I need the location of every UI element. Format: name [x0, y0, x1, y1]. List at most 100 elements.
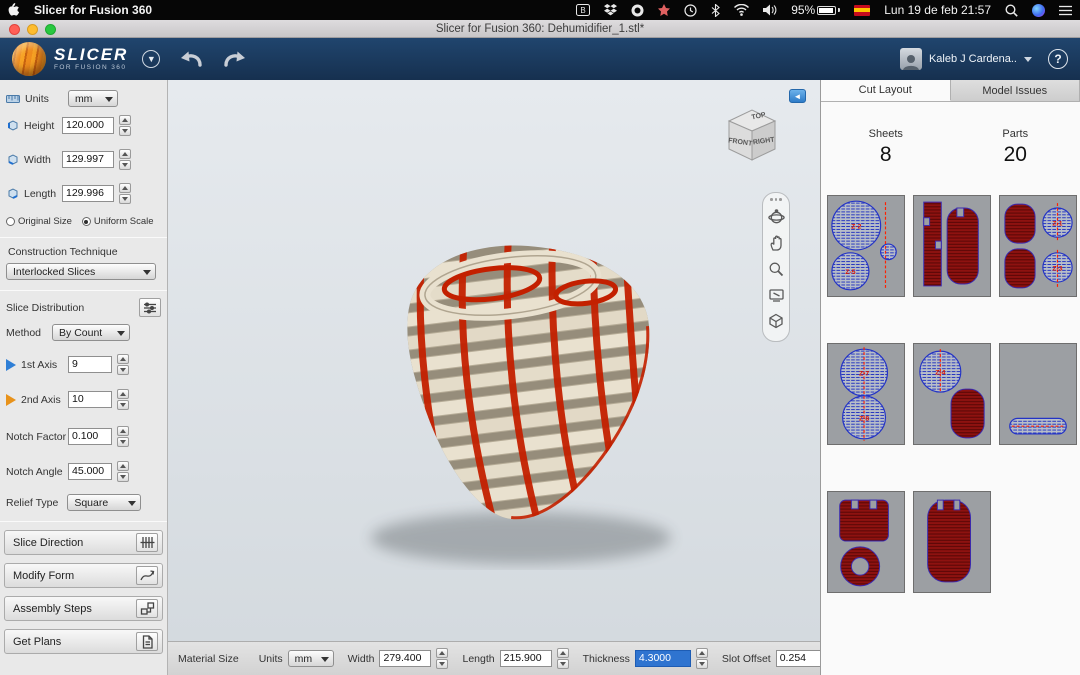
collapse-panel-button[interactable]: ◄	[789, 89, 806, 103]
time-machine-icon[interactable]	[684, 3, 697, 17]
length-input[interactable]: 129.996	[62, 185, 114, 202]
slice-direction-label: Slice Direction	[13, 536, 84, 549]
width-input[interactable]: 129.997	[62, 151, 114, 168]
fit-view-icon[interactable]	[766, 285, 786, 305]
redo-button[interactable]	[222, 50, 248, 68]
axis1-row: 1st Axis 9	[0, 354, 167, 375]
display-settings-icon[interactable]	[766, 311, 786, 331]
units-dropdown[interactable]: mm	[67, 90, 118, 107]
slice-distribution-row: Slice Distribution	[0, 298, 167, 317]
axis2-stepper[interactable]	[117, 389, 129, 410]
orbit-tool-icon[interactable]	[766, 207, 786, 227]
app-status-icon[interactable]: B	[576, 3, 591, 17]
material-length-input[interactable]: 215.900	[499, 650, 552, 667]
original-size-radio[interactable]: Original Size	[6, 216, 72, 227]
minimize-window-button[interactable]	[27, 24, 38, 35]
zoom-window-button[interactable]	[45, 24, 56, 35]
notch-factor-stepper[interactable]	[117, 426, 129, 447]
slice-direction-icon	[136, 533, 158, 552]
material-thickness-label: Thickness	[582, 652, 630, 665]
axis2-input[interactable]: 10	[68, 391, 112, 408]
slot-offset-input[interactable]: 0.254	[775, 650, 820, 667]
sheet-thumbnail-1[interactable]: Z-2 Z-5	[827, 195, 905, 297]
menubar-clock[interactable]: Lun 19 de feb 21:57	[884, 3, 991, 17]
notch-factor-input[interactable]: 0.100	[68, 428, 112, 445]
zoom-tool-icon[interactable]	[766, 259, 786, 279]
spotlight-search-icon[interactable]	[1005, 3, 1018, 17]
construction-technique-title: Construction Technique	[8, 246, 118, 258]
notch-angle-stepper[interactable]	[117, 461, 129, 482]
viewport-3d[interactable]: TOP FRONT RIGHT ◄ Material Size Units mm…	[168, 80, 820, 675]
sheet-stats: Sheets 8 Parts 20	[821, 128, 1080, 167]
method-dropdown[interactable]: By Count	[52, 324, 131, 341]
height-input[interactable]: 120.000	[62, 117, 114, 134]
length-row: Length 129.996	[0, 183, 167, 204]
macos-menu-bar: Slicer for Fusion 360 B 95% Lun 19 de fe…	[0, 0, 1080, 20]
axis1-input[interactable]: 9	[68, 356, 112, 373]
cloud-app-icon[interactable]	[631, 3, 644, 17]
sheet-grid: Z-2 Z-5 Z-1 Z-3 Z-7 Z-8 Z-4	[821, 167, 1080, 593]
user-avatar	[899, 48, 922, 70]
material-length-stepper[interactable]	[556, 648, 569, 669]
assembly-steps-button[interactable]: Assembly Steps	[4, 596, 163, 621]
toolbar-handle[interactable]	[770, 198, 782, 201]
notch-angle-input[interactable]: 45.000	[68, 463, 112, 480]
material-units-value: mm	[294, 652, 313, 665]
relief-type-value: Square	[74, 496, 109, 509]
distribution-settings-button[interactable]	[139, 298, 161, 317]
relief-type-dropdown[interactable]: Square	[67, 494, 142, 511]
modify-form-button[interactable]: Modify Form	[4, 563, 163, 588]
slice-direction-button[interactable]: Slice Direction	[4, 530, 163, 555]
material-thickness-input[interactable]: 4.3000	[634, 650, 691, 667]
get-plans-button[interactable]: Get Plans	[4, 629, 163, 654]
material-units-dropdown[interactable]: mm	[287, 650, 334, 667]
apple-menu-icon[interactable]	[8, 3, 20, 17]
keyboard-layout-flag-icon[interactable]	[854, 4, 871, 16]
app-menu-chevron[interactable]: ▼	[142, 50, 161, 68]
tab-model-issues[interactable]: Model Issues	[950, 80, 1080, 101]
length-stepper[interactable]	[119, 183, 131, 204]
bluetooth-icon[interactable]	[711, 3, 721, 17]
undo-button[interactable]	[178, 50, 204, 68]
view-cube[interactable]: TOP FRONT RIGHT	[716, 98, 788, 170]
sliced-model-3d	[371, 245, 671, 564]
user-menu[interactable]: Kaleb J Cardena..	[899, 48, 1032, 70]
material-width-stepper[interactable]	[436, 648, 449, 669]
axis1-stepper[interactable]	[117, 354, 129, 375]
sheet-thumbnail-6[interactable]	[999, 343, 1077, 445]
scale-options-row: Original Size Uniform Scale	[0, 216, 167, 227]
notification-app-icon[interactable]	[658, 3, 671, 17]
relief-type-row: Relief Type Square	[0, 494, 167, 511]
material-units-label: Units	[258, 652, 283, 665]
pan-tool-icon[interactable]	[766, 233, 786, 253]
width-stepper[interactable]	[119, 149, 131, 170]
battery-tip	[838, 8, 841, 12]
sheet-thumbnail-4[interactable]: Z-7 Z-8	[827, 343, 905, 445]
close-window-button[interactable]	[9, 24, 20, 35]
volume-icon[interactable]	[763, 3, 777, 17]
uniform-scale-radio[interactable]: Uniform Scale	[81, 216, 154, 227]
sheet-thumbnail-3[interactable]: Z-1 Z-3	[999, 195, 1077, 297]
length-dimension-icon	[8, 188, 18, 199]
sheet-thumbnail-5[interactable]: Z-4	[913, 343, 991, 445]
material-length-label: Length	[462, 652, 495, 665]
height-stepper[interactable]	[119, 115, 131, 136]
material-thickness-stepper[interactable]	[695, 648, 708, 669]
method-label: Method	[6, 326, 42, 339]
help-button[interactable]: ?	[1048, 49, 1068, 69]
tab-cut-layout[interactable]: Cut Layout	[821, 80, 951, 101]
relief-type-label: Relief Type	[6, 496, 59, 509]
sheet-thumbnail-8[interactable]	[913, 491, 991, 593]
notch-angle-label: Notch Angle	[6, 465, 63, 478]
dropbox-icon[interactable]	[604, 3, 618, 17]
sheet-thumbnail-2[interactable]	[913, 195, 991, 297]
siri-icon[interactable]	[1032, 3, 1045, 17]
battery-indicator[interactable]: 95%	[791, 3, 841, 17]
sheet-thumbnail-7[interactable]	[827, 491, 905, 593]
material-width-input[interactable]: 279.400	[379, 650, 432, 667]
notification-center-icon[interactable]	[1059, 3, 1072, 17]
parts-label: Parts	[1002, 128, 1029, 140]
construction-technique-dropdown[interactable]: Interlocked Slices	[6, 263, 156, 280]
wifi-icon[interactable]	[734, 3, 750, 17]
menubar-app-name[interactable]: Slicer for Fusion 360	[34, 3, 152, 17]
